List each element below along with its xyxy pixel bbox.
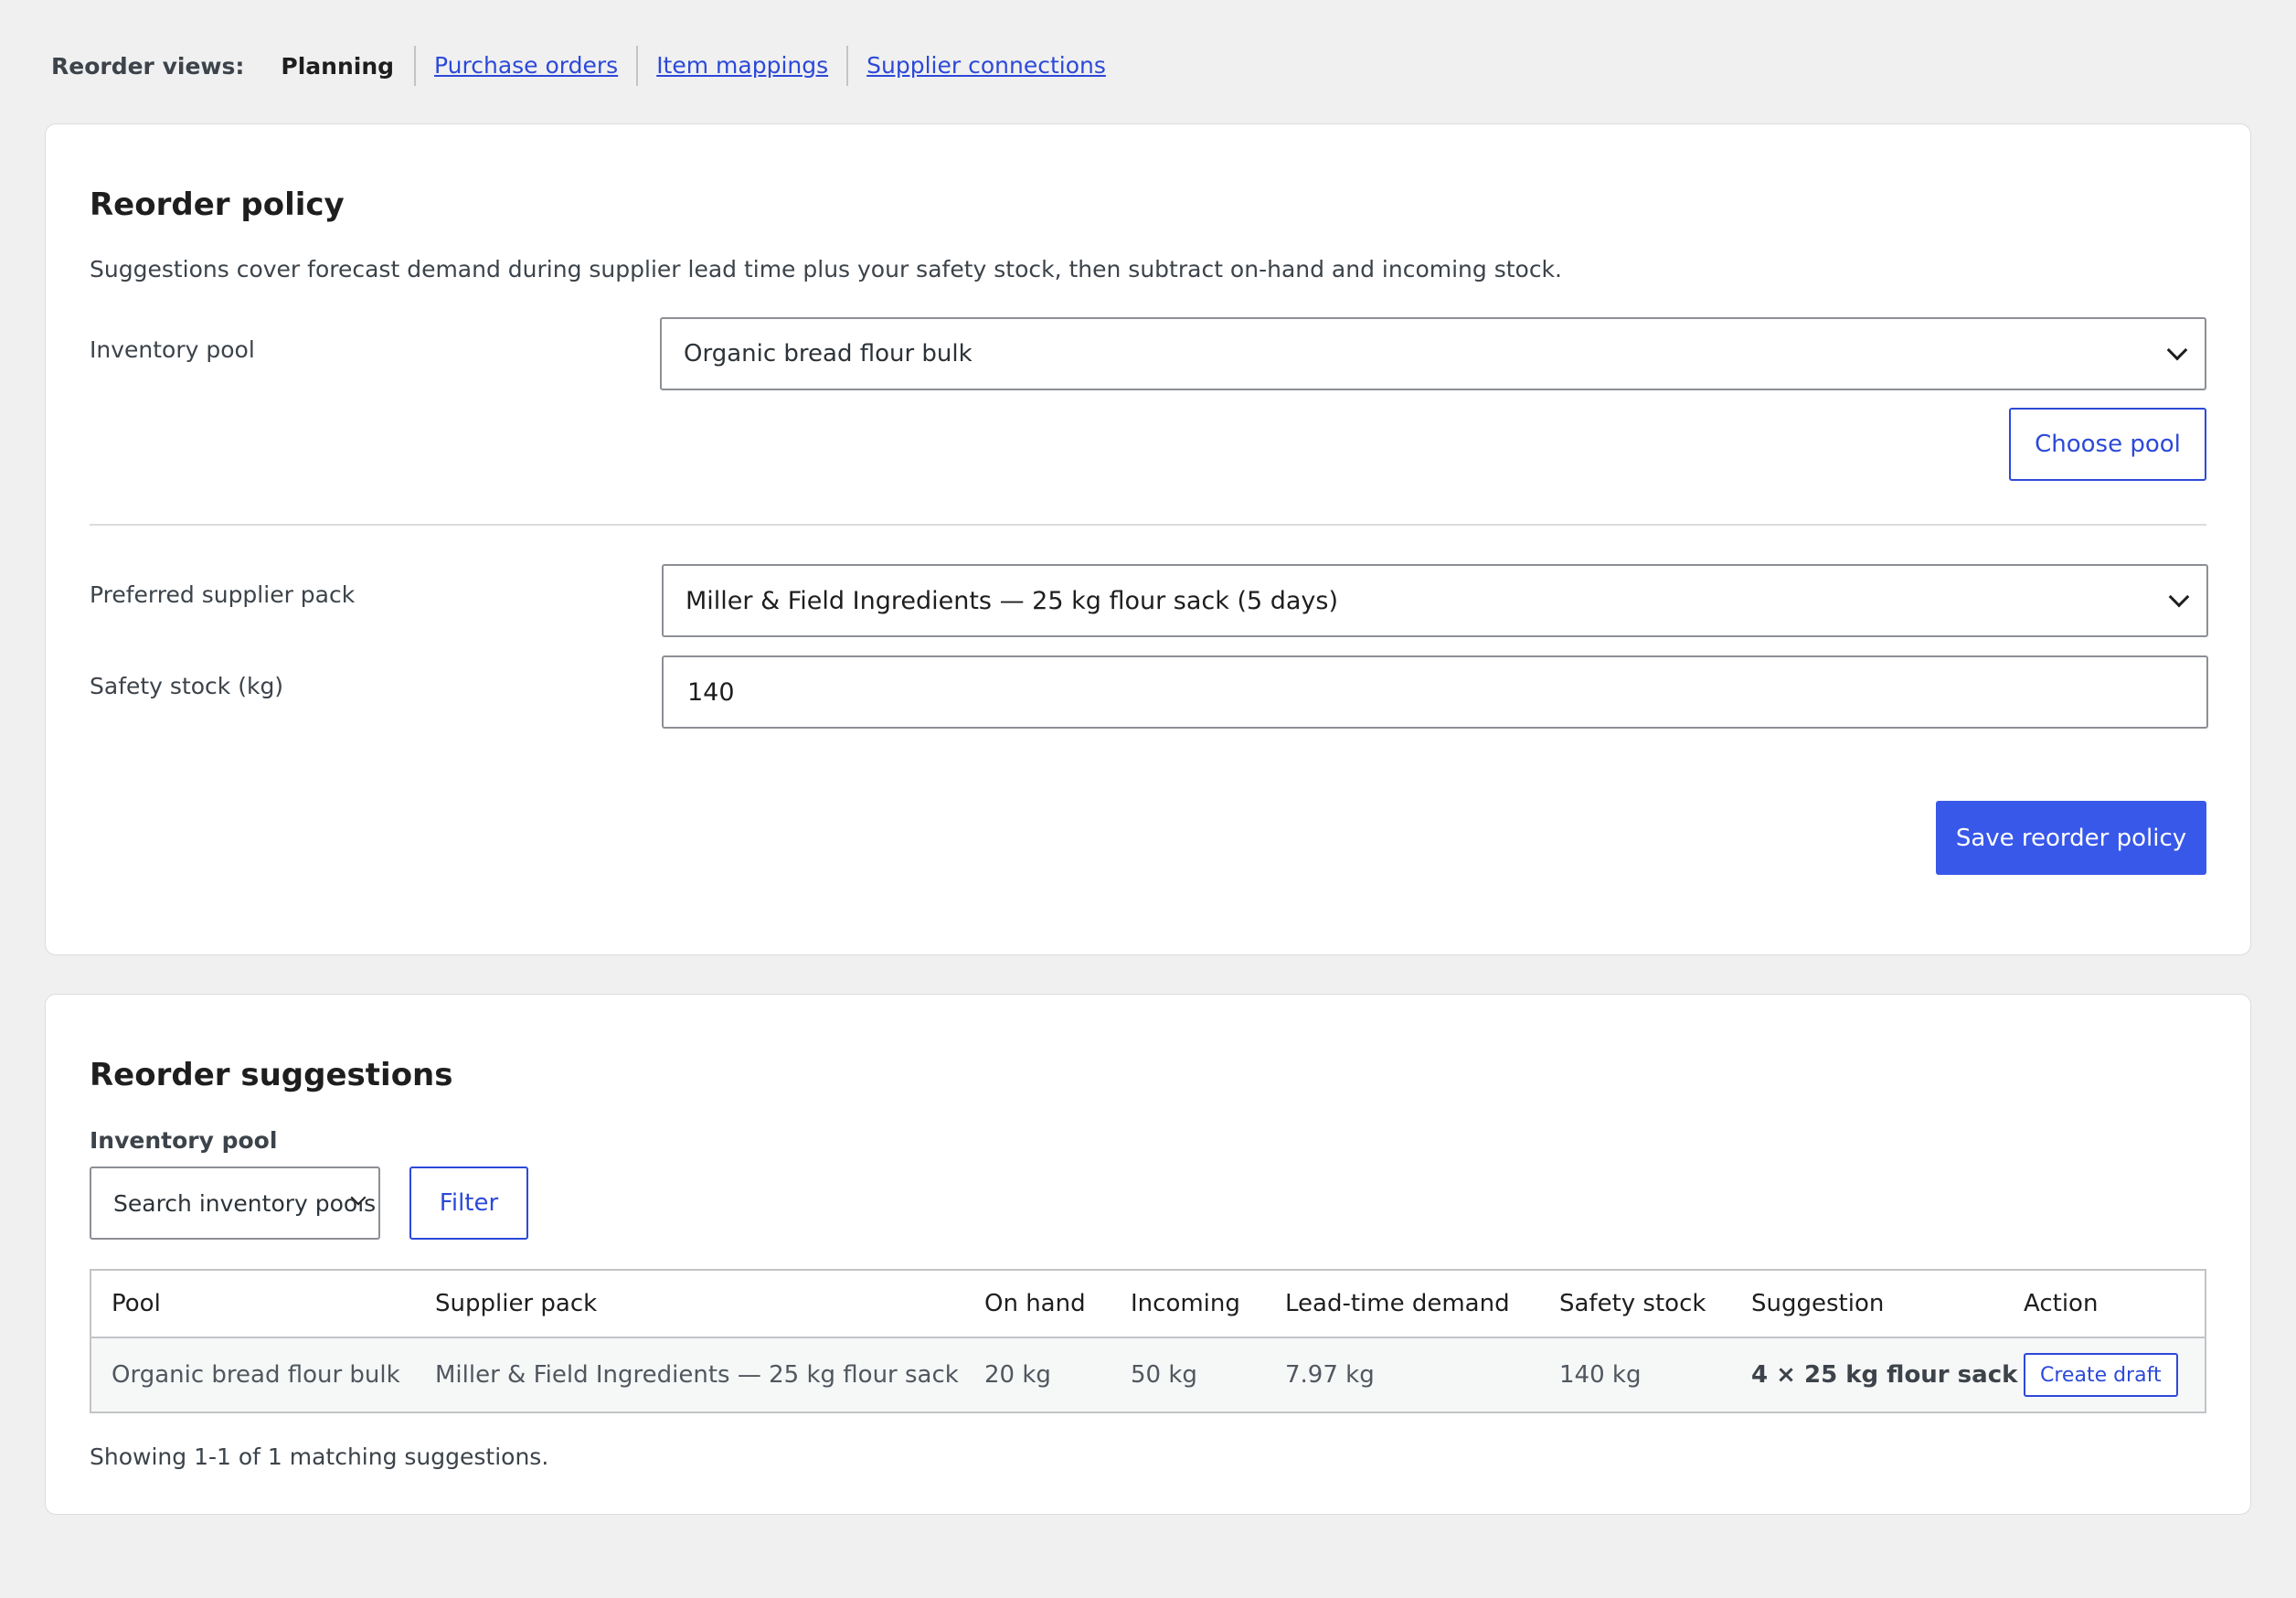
preferred-supplier-pack-select[interactable]: Miller & Field Ingredients — 25 kg flour… bbox=[662, 564, 2208, 637]
section-divider bbox=[90, 524, 2206, 526]
create-draft-button[interactable]: Create draft bbox=[2024, 1353, 2178, 1397]
reorder-policy-card: Reorder policy Suggestions cover forecas… bbox=[45, 123, 2251, 955]
reorder-views-nav: Reorder views: Planning Purchase orders … bbox=[51, 46, 1124, 86]
table-header-row: Pool Supplier pack On hand Incoming Lead… bbox=[91, 1271, 2205, 1338]
column-header-supplier-pack: Supplier pack bbox=[435, 1290, 598, 1317]
search-inventory-pools-select[interactable]: Search inventory pools bbox=[90, 1167, 380, 1240]
save-reorder-policy-button[interactable]: Save reorder policy bbox=[1936, 801, 2206, 875]
view-planning-current: Planning bbox=[281, 52, 395, 80]
reorder-suggestions-title: Reorder suggestions bbox=[90, 1057, 453, 1093]
reorder-policy-description: Suggestions cover forecast demand during… bbox=[90, 256, 1562, 282]
view-link-purchase-orders[interactable]: Purchase orders bbox=[414, 46, 636, 86]
view-link-item-mappings[interactable]: Item mappings bbox=[636, 46, 846, 86]
chevron-down-icon bbox=[2168, 586, 2190, 608]
cell-on-hand: 20 kg bbox=[984, 1361, 1051, 1389]
table-row: Organic bread flour bulk Miller & Field … bbox=[91, 1338, 2205, 1412]
safety-stock-input[interactable]: 140 bbox=[662, 655, 2208, 729]
column-header-suggestion: Suggestion bbox=[1751, 1290, 1885, 1317]
cell-supplier-pack: Miller & Field Ingredients — 25 kg flour… bbox=[435, 1361, 959, 1389]
column-header-on-hand: On hand bbox=[984, 1290, 1086, 1317]
reorder-policy-title: Reorder policy bbox=[90, 186, 345, 223]
cell-incoming: 50 kg bbox=[1131, 1361, 1197, 1389]
inventory-pool-selected-value: Organic bread flour bulk bbox=[684, 340, 973, 368]
filter-inventory-pool-label: Inventory pool bbox=[90, 1127, 278, 1154]
results-count-text: Showing 1-1 of 1 matching suggestions. bbox=[90, 1444, 549, 1470]
view-link-supplier-connections[interactable]: Supplier connections bbox=[846, 46, 1124, 86]
column-header-action: Action bbox=[2024, 1290, 2099, 1317]
filter-button[interactable]: Filter bbox=[409, 1167, 528, 1240]
inventory-pool-select[interactable]: Organic bread flour bulk bbox=[660, 317, 2206, 390]
column-header-safety-stock: Safety stock bbox=[1559, 1290, 1706, 1317]
reorder-suggestions-card: Reorder suggestions Inventory pool Searc… bbox=[45, 994, 2251, 1515]
search-inventory-pools-placeholder: Search inventory pools bbox=[113, 1189, 377, 1217]
cell-suggestion: 4 × 25 kg flour sack bbox=[1751, 1361, 2018, 1389]
inventory-pool-label: Inventory pool bbox=[90, 336, 255, 363]
choose-pool-button[interactable]: Choose pool bbox=[2009, 408, 2206, 481]
supplier-pack-selected-value: Miller & Field Ingredients — 25 kg flour… bbox=[686, 586, 1338, 615]
chevron-down-icon bbox=[2166, 339, 2188, 361]
cell-pool: Organic bread flour bulk bbox=[112, 1361, 400, 1389]
preferred-supplier-pack-label: Preferred supplier pack bbox=[90, 581, 356, 608]
suggestions-table: Pool Supplier pack On hand Incoming Lead… bbox=[90, 1269, 2206, 1413]
safety-stock-value: 140 bbox=[687, 677, 735, 707]
cell-lead-time-demand: 7.97 kg bbox=[1285, 1361, 1375, 1389]
cell-safety-stock: 140 kg bbox=[1559, 1361, 1642, 1389]
reorder-views-label: Reorder views: bbox=[51, 52, 245, 80]
safety-stock-label: Safety stock (kg) bbox=[90, 673, 284, 699]
column-header-pool: Pool bbox=[112, 1290, 161, 1317]
column-header-incoming: Incoming bbox=[1131, 1290, 1240, 1317]
column-header-lead-time-demand: Lead-time demand bbox=[1285, 1290, 1510, 1317]
